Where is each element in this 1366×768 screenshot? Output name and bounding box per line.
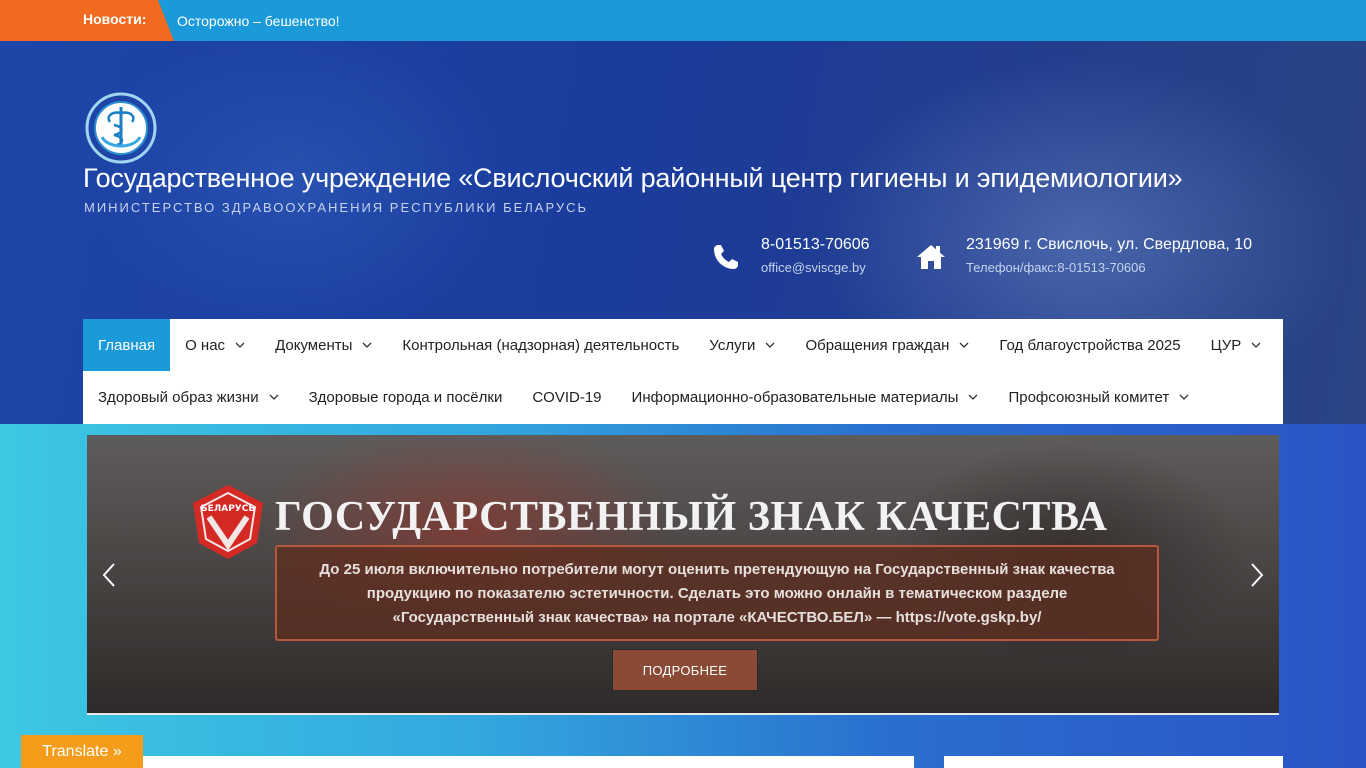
nav-item-label: COVID-19 [532, 388, 602, 406]
nav-item[interactable]: Информационно-образовательные материалы [617, 371, 994, 423]
chevron-down-icon [765, 342, 775, 348]
nav-item-label: Обращения граждан [805, 336, 950, 354]
nav-item-label: Услуги [709, 336, 756, 354]
email-address[interactable]: office@sviscge.by [761, 260, 870, 275]
slide-description: До 25 июля включительно потребители могу… [275, 545, 1159, 641]
nav-item[interactable]: Главная [83, 319, 171, 371]
site-subtitle: МИНИСТЕРСТВО ЗДРАВООХРАНЕНИЯ РЕСПУБЛИКИ … [84, 200, 589, 215]
nav-item[interactable]: Документы [260, 319, 387, 371]
nav-item[interactable]: Контрольная (надзорная) деятельность [387, 319, 694, 371]
fax-text: Телефон/факс:8-01513-70606 [966, 260, 1146, 275]
site-title[interactable]: Государственное учреждение «Свислочский … [83, 163, 1183, 194]
chevron-down-icon [1179, 394, 1189, 400]
nav-item-label: Главная [98, 336, 156, 354]
nav-item[interactable]: Здоровый образ жизни [83, 371, 294, 423]
ticker-news-link[interactable]: Осторожно – бешенство! [177, 13, 340, 29]
nav-item[interactable]: ЦУР [1196, 319, 1277, 371]
translate-button[interactable]: Translate » [21, 735, 143, 768]
nav-item[interactable]: Здоровые города и посёлки [294, 371, 518, 423]
nav-item[interactable]: COVID-19 [517, 371, 616, 423]
nav-row-2: Здоровый образ жизни Здоровые города и по… [83, 371, 1204, 423]
chevron-down-icon [959, 342, 969, 348]
hero-slider: БЕЛАРУСЬ ГОСУДАРСТВЕННЫЙ ЗНАК КАЧЕСТВА Д… [87, 435, 1279, 715]
nav-item-label: Контрольная (надзорная) деятельность [402, 336, 680, 354]
nav-row-1: Главная О нас Документы Контрольная (надзор… [83, 319, 1276, 371]
phone-number[interactable]: 8-01513-70606 [761, 236, 870, 254]
nav-item-label: Здоровые города и посёлки [308, 388, 503, 406]
nav-item-label: Год благоустройства 2025 [999, 336, 1181, 354]
contact-address: 231969 г. Свислочь, ул. Свердлова, 10 Те… [916, 236, 1252, 275]
slide-text-line: «Государственный знак качества» на порта… [392, 609, 1042, 626]
slide-text-line: До 25 июля включительно потребители могу… [319, 561, 1115, 578]
chevron-down-icon [235, 342, 245, 348]
contact-phone: 8-01513-70606 office@sviscge.by [711, 236, 870, 275]
nav-item[interactable]: Услуги [694, 319, 790, 371]
chevron-down-icon [362, 342, 372, 348]
chevron-down-icon [269, 394, 279, 400]
home-icon [917, 245, 945, 269]
nav-item-label: Документы [275, 336, 353, 354]
nav-item[interactable]: Обращения граждан [790, 319, 984, 371]
nav-item-label: Здоровый образ жизни [98, 388, 259, 406]
nav-item[interactable]: Год благоустройства 2025 [984, 319, 1195, 371]
phone-icon [714, 245, 738, 269]
ticker-label: Новости: [0, 0, 174, 41]
site-header: Государственное учреждение «Свислочский … [0, 41, 1366, 424]
slider-next-icon[interactable] [1247, 561, 1267, 589]
news-ticker: Новости: Осторожно – бешенство! [0, 0, 1366, 41]
nav-item-label: О нас [185, 336, 226, 354]
site-logo[interactable] [84, 91, 158, 165]
chevron-down-icon [1251, 342, 1261, 348]
nav-item[interactable]: О нас [170, 319, 260, 371]
badge-text: БЕЛАРУСЬ [201, 504, 256, 514]
nav-item-label: Информационно-образовательные материалы [631, 388, 959, 406]
main-content-panel [143, 756, 914, 768]
more-button[interactable]: ПОДРОБНЕЕ [612, 649, 758, 691]
quality-mark-badge: БЕЛАРУСЬ [193, 485, 263, 559]
slide-title: ГОСУДАРСТВЕННЫЙ ЗНАК КАЧЕСТВА [275, 494, 1108, 540]
nav-item[interactable]: Профсоюзный комитет [993, 371, 1204, 423]
slider-prev-icon[interactable] [99, 561, 119, 589]
main-navigation: Главная О нас Документы Контрольная (надзор… [83, 319, 1283, 424]
address-text: 231969 г. Свислочь, ул. Свердлова, 10 [966, 236, 1253, 253]
slide-text-line: продукцию по показателю эстетичности. Сд… [366, 585, 1068, 602]
sidebar-panel [944, 756, 1283, 768]
nav-item-label: ЦУР [1210, 336, 1242, 354]
nav-item-label: Профсоюзный комитет [1008, 388, 1170, 406]
chevron-down-icon [969, 394, 978, 400]
